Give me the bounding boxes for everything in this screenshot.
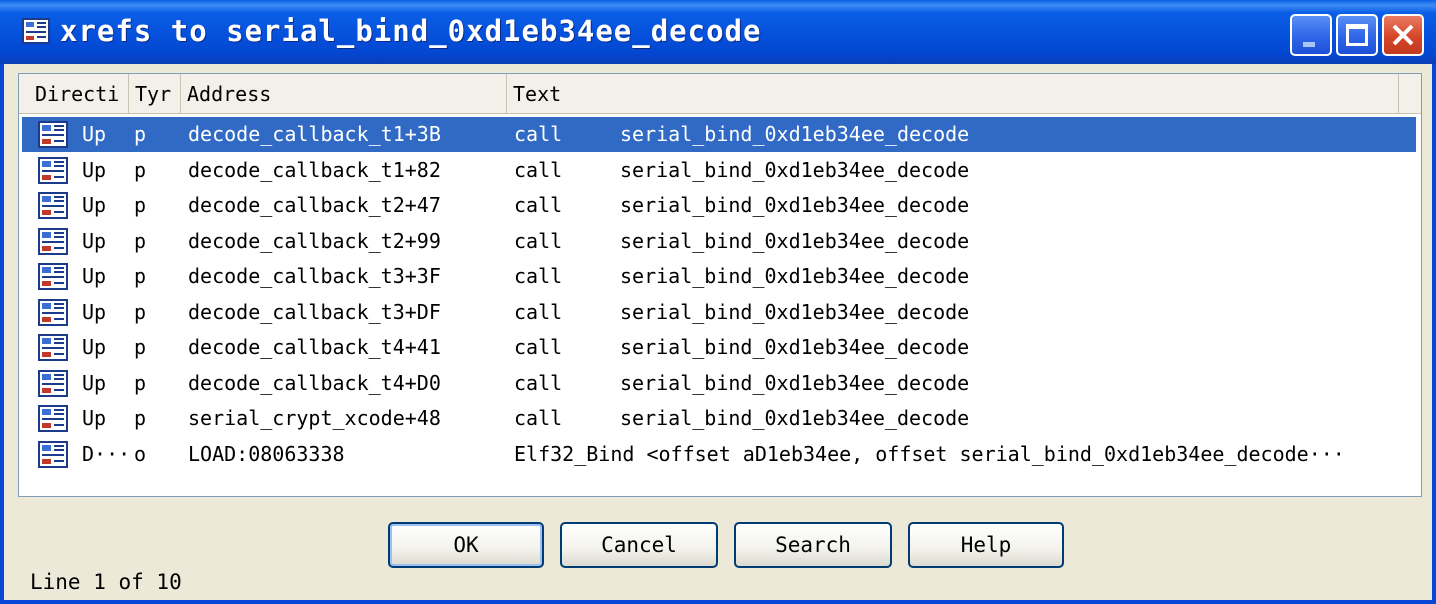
row-address: LOAD:08063338 xyxy=(188,441,345,466)
row-instruction: call xyxy=(514,335,563,359)
row-instruction: call xyxy=(514,193,563,217)
row-text: Elf32_Bind <offset aD1eb34ee, offset ser… xyxy=(514,441,1345,466)
minimize-icon xyxy=(1303,42,1315,47)
xref-row-icon xyxy=(38,405,68,432)
xref-row-icon xyxy=(38,334,68,361)
row-instruction: call xyxy=(514,122,563,146)
table-row[interactable]: Up p decode_callback_t2+47 call serial_bind_… xyxy=(22,188,1416,223)
row-direction: Up xyxy=(82,370,107,395)
row-type: p xyxy=(134,157,147,182)
xref-row-icon xyxy=(38,156,68,184)
row-direction: Up xyxy=(82,299,107,324)
row-type: p xyxy=(134,299,147,324)
close-icon xyxy=(1392,24,1414,46)
xref-row-icon xyxy=(38,440,68,468)
window-title: xrefs to serial_bind_0xd1eb34ee_decode xyxy=(60,14,762,48)
ok-button[interactable]: OK xyxy=(388,522,544,568)
row-address: decode_callback_t3+DF xyxy=(188,299,441,324)
table-row[interactable]: Up p decode_callback_t3+3F call serial_bind_… xyxy=(22,259,1416,294)
column-header-type[interactable]: Tyr xyxy=(129,74,181,113)
minimize-button[interactable] xyxy=(1290,14,1332,56)
row-target: serial_bind_0xd1eb34ee_decode xyxy=(620,299,970,324)
row-target: serial_bind_0xd1eb34ee_decode xyxy=(620,228,970,253)
row-direction: Up xyxy=(82,193,107,217)
row-type: p xyxy=(134,264,147,288)
table-row[interactable]: Up p decode_callback_t1+3B call serial_bind_… xyxy=(22,117,1416,152)
status-line: Line 1 of 10 xyxy=(30,570,182,594)
xref-row-icon xyxy=(38,121,68,148)
column-header-text[interactable]: Text xyxy=(507,74,1399,113)
cancel-button[interactable]: Cancel xyxy=(560,522,718,568)
row-type: p xyxy=(134,335,147,359)
row-target: serial_bind_0xd1eb34ee_decode xyxy=(620,157,970,182)
row-direction: Up xyxy=(82,335,107,359)
row-type: o xyxy=(134,441,147,466)
xrefs-window: xrefs to serial_bind_0xd1eb34ee_decode D… xyxy=(0,0,1436,604)
row-address: serial_crypt_xcode+48 xyxy=(188,406,441,430)
row-address: decode_callback_t2+99 xyxy=(188,228,441,253)
help-button[interactable]: Help xyxy=(908,522,1064,568)
table-row[interactable]: Up p decode_callback_t4+41 call serial_bind_… xyxy=(22,330,1416,365)
column-header-address[interactable]: Address xyxy=(181,74,507,113)
xrefs-list[interactable]: Directi Tyr Address Text Up p decode_callb… xyxy=(18,73,1422,497)
maximize-icon xyxy=(1346,24,1368,46)
xref-row-icon xyxy=(38,369,68,397)
table-row[interactable]: Up p serial_crypt_xcode+48 call serial_bind_… xyxy=(22,401,1416,436)
maximize-button[interactable] xyxy=(1336,14,1378,56)
xref-row-icon xyxy=(38,227,68,255)
row-instruction: call xyxy=(514,299,563,324)
row-direction: Up xyxy=(82,406,107,430)
row-address: decode_callback_t4+D0 xyxy=(188,370,441,395)
row-target: serial_bind_0xd1eb34ee_decode xyxy=(620,264,970,288)
row-direction: Up xyxy=(82,228,107,253)
list-header: Directi Tyr Address Text xyxy=(19,74,1421,114)
xref-window-icon xyxy=(22,18,50,44)
table-row[interactable]: Up p decode_callback_t1+82 call serial_bind_… xyxy=(22,153,1416,188)
row-target: serial_bind_0xd1eb34ee_decode xyxy=(620,193,970,217)
table-row[interactable]: D··· o LOAD:08063338 Elf32_Bind <offset aD1… xyxy=(22,437,1416,472)
xref-row-icon xyxy=(38,263,68,290)
table-row[interactable]: Up p decode_callback_t2+99 call serial_bind_… xyxy=(22,224,1416,259)
row-instruction: call xyxy=(514,264,563,288)
row-type: p xyxy=(134,193,147,217)
close-button[interactable] xyxy=(1382,14,1424,56)
row-direction: Up xyxy=(82,264,107,288)
search-button[interactable]: Search xyxy=(734,522,892,568)
row-type: p xyxy=(134,122,147,146)
row-instruction: call xyxy=(514,157,563,182)
table-row[interactable]: Up p decode_callback_t3+DF call serial_bind_… xyxy=(22,295,1416,330)
row-address: decode_callback_t1+3B xyxy=(188,122,441,146)
row-address: decode_callback_t1+82 xyxy=(188,157,441,182)
row-address: decode_callback_t3+3F xyxy=(188,264,441,288)
row-target: serial_bind_0xd1eb34ee_decode xyxy=(620,406,970,430)
row-target: serial_bind_0xd1eb34ee_decode xyxy=(620,122,970,146)
row-target: serial_bind_0xd1eb34ee_decode xyxy=(620,335,970,359)
xref-row-icon xyxy=(38,298,68,326)
row-direction: D··· xyxy=(82,441,126,466)
row-instruction: call xyxy=(514,406,563,430)
row-address: decode_callback_t2+47 xyxy=(188,193,441,217)
row-type: p xyxy=(134,370,147,395)
row-type: p xyxy=(134,406,147,430)
row-direction: Up xyxy=(82,122,107,146)
xref-row-icon xyxy=(38,192,68,219)
row-type: p xyxy=(134,228,147,253)
row-instruction: call xyxy=(514,228,563,253)
row-address: decode_callback_t4+41 xyxy=(188,335,441,359)
row-direction: Up xyxy=(82,157,107,182)
row-target: serial_bind_0xd1eb34ee_decode xyxy=(620,370,970,395)
title-bar[interactable]: xrefs to serial_bind_0xd1eb34ee_decode xyxy=(0,0,1436,64)
table-row[interactable]: Up p decode_callback_t4+D0 call serial_bind_… xyxy=(22,366,1416,401)
column-header-direction[interactable]: Directi xyxy=(19,74,129,113)
row-instruction: call xyxy=(514,370,563,395)
